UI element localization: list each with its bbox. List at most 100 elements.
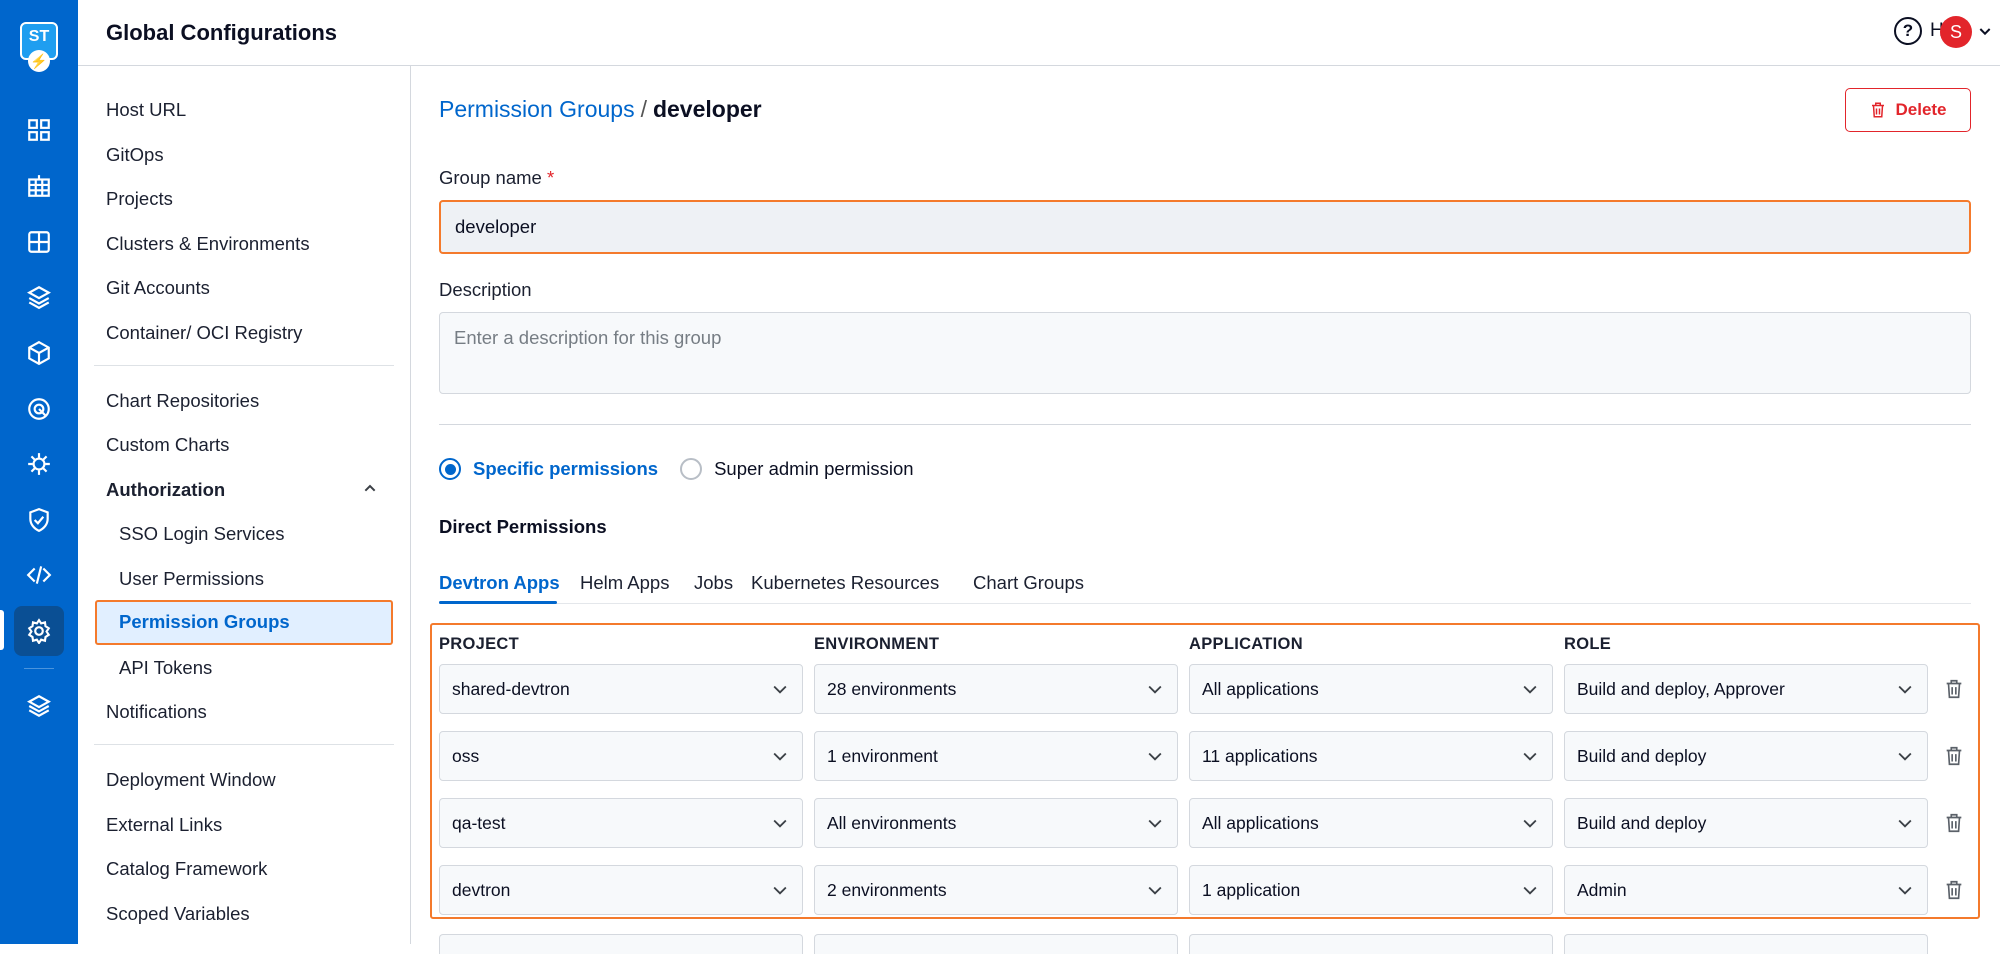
chart-store-icon[interactable] xyxy=(19,166,59,206)
active-nav-indicator xyxy=(0,610,4,650)
delete-row-trash-icon[interactable] xyxy=(1943,744,1967,768)
sidebar-item-notifications[interactable]: Notifications xyxy=(106,701,207,723)
project-select[interactable]: shared-devtron xyxy=(439,664,803,714)
sidebar-item-scoped-variables[interactable]: Scoped Variables xyxy=(106,903,250,925)
sidebar-item-catalog-framework[interactable]: Catalog Framework xyxy=(106,858,267,880)
chevron-down-icon xyxy=(773,819,787,828)
delete-button[interactable]: Delete xyxy=(1845,88,1971,132)
sidebar-item-projects[interactable]: Projects xyxy=(106,188,173,210)
role-select-value: Build and deploy, Approver xyxy=(1577,678,1785,699)
resource-grid-icon[interactable] xyxy=(19,222,59,262)
chevron-down-icon xyxy=(1898,886,1912,895)
rail-divider xyxy=(24,668,54,669)
tab-chart-groups[interactable]: Chart Groups xyxy=(973,572,1084,594)
specific-permissions-label[interactable]: Specific permissions xyxy=(473,458,658,480)
settings-gear-icon[interactable] xyxy=(14,606,64,656)
environment-select[interactable]: All environments xyxy=(814,798,1178,848)
app-grid-icon[interactable] xyxy=(19,110,59,150)
sidebar-item-external-links[interactable]: External Links xyxy=(106,814,222,836)
role-select[interactable]: Admin xyxy=(1564,865,1928,915)
stack-icon[interactable] xyxy=(19,277,59,317)
bug-icon[interactable] xyxy=(19,444,59,484)
environment-select[interactable]: 28 environments xyxy=(814,664,1178,714)
role-select[interactable]: Build and deploy xyxy=(1564,798,1928,848)
environment-select[interactable]: 2 environments xyxy=(814,865,1178,915)
tab-devtron-apps[interactable]: Devtron Apps xyxy=(439,572,560,594)
breadcrumb-parent-link[interactable]: Permission Groups xyxy=(439,96,635,122)
application-select[interactable]: All applications xyxy=(1189,664,1553,714)
security-target-icon[interactable] xyxy=(19,389,59,429)
sidebar-item-clusters-environments[interactable]: Clusters & Environments xyxy=(106,233,310,255)
role-select[interactable]: Build and deploy, Approver xyxy=(1564,664,1928,714)
delete-row-trash-icon[interactable] xyxy=(1943,878,1967,902)
next-row-application-select[interactable] xyxy=(1189,934,1553,954)
devtron-bolt-icon: ⚡ xyxy=(28,50,50,72)
page-title: Global Configurations xyxy=(106,20,337,45)
shield-check-icon[interactable] xyxy=(19,500,59,540)
environment-select-value: 1 environment xyxy=(827,745,938,766)
sidebar-item-permission-groups-label: Permission Groups xyxy=(119,611,290,632)
settings-sidebar: Host URL GitOps Projects Clusters & Envi… xyxy=(78,66,411,944)
sidebar-item-chart-repositories[interactable]: Chart Repositories xyxy=(106,390,259,412)
chevron-down-icon xyxy=(1148,886,1162,895)
chevron-down-icon xyxy=(1148,752,1162,761)
chevron-down-icon xyxy=(773,886,787,895)
cube-icon[interactable] xyxy=(19,333,59,373)
chevron-down-icon xyxy=(1898,752,1912,761)
application-select[interactable]: All applications xyxy=(1189,798,1553,848)
environment-select[interactable]: 1 environment xyxy=(814,731,1178,781)
delete-row-trash-icon[interactable] xyxy=(1943,811,1967,835)
role-select-value: Build and deploy xyxy=(1577,812,1707,833)
project-select-value: qa-test xyxy=(452,812,506,833)
project-select[interactable]: qa-test xyxy=(439,798,803,848)
sidebar-item-api-tokens[interactable]: API Tokens xyxy=(119,657,212,679)
group-name-label: Group name * xyxy=(439,167,554,189)
chevron-up-icon[interactable] xyxy=(362,480,378,496)
project-select[interactable]: devtron xyxy=(439,865,803,915)
description-textarea[interactable]: Enter a description for this group xyxy=(439,312,1971,394)
sidebar-item-deployment-window[interactable]: Deployment Window xyxy=(106,769,276,791)
column-header-project: PROJECT xyxy=(439,635,520,653)
tab-kubernetes-resources[interactable]: Kubernetes Resources xyxy=(751,572,939,594)
sidebar-item-custom-charts[interactable]: Custom Charts xyxy=(106,434,229,456)
tab-helm-apps[interactable]: Helm Apps xyxy=(580,572,669,594)
project-select-value: devtron xyxy=(452,879,511,900)
next-row-role-select[interactable] xyxy=(1564,934,1928,954)
sidebar-item-sso-login[interactable]: SSO Login Services xyxy=(119,523,285,545)
code-icon[interactable] xyxy=(19,555,59,595)
next-row-environment-select[interactable] xyxy=(814,934,1178,954)
help-question-icon: ? xyxy=(1894,17,1922,45)
group-name-input[interactable]: developer xyxy=(439,200,1971,254)
project-select-value: oss xyxy=(452,745,480,766)
role-select[interactable]: Build and deploy xyxy=(1564,731,1928,781)
chevron-down-icon xyxy=(1898,819,1912,828)
permission-tabs: Devtron Apps Helm Apps Jobs Kubernetes R… xyxy=(439,564,1971,604)
sidebar-item-container-registry[interactable]: Container/ OCI Registry xyxy=(106,322,302,344)
sidebar-item-git-accounts[interactable]: Git Accounts xyxy=(106,277,210,299)
super-admin-radio[interactable] xyxy=(680,458,703,480)
main-content: Permission Groups / developer Delete Group… xyxy=(411,66,2000,954)
chevron-down-icon xyxy=(1148,819,1162,828)
application-select[interactable]: 1 application xyxy=(1189,865,1553,915)
sidebar-item-gitops[interactable]: GitOps xyxy=(106,144,164,166)
tab-jobs[interactable]: Jobs xyxy=(694,572,733,594)
logo-text: ST xyxy=(28,28,50,45)
description-label: Description xyxy=(439,279,532,300)
sidebar-item-user-permissions[interactable]: User Permissions xyxy=(119,568,264,590)
specific-permissions-radio[interactable] xyxy=(439,458,461,480)
active-tab-underline xyxy=(439,601,557,604)
super-admin-label[interactable]: Super admin permission xyxy=(714,458,913,480)
project-select[interactable]: oss xyxy=(439,731,803,781)
environment-select-value: All environments xyxy=(827,812,957,833)
sidebar-item-authorization[interactable]: Authorization xyxy=(106,479,225,501)
user-avatar[interactable]: S xyxy=(1940,16,1972,48)
application-select-value: 11 applications xyxy=(1202,745,1318,766)
application-select[interactable]: 11 applications xyxy=(1189,731,1553,781)
delete-row-trash-icon[interactable] xyxy=(1943,677,1967,701)
delete-button-label: Delete xyxy=(1895,100,1947,119)
left-nav-rail: ST ⚡ xyxy=(0,0,78,944)
next-row-project-select[interactable] xyxy=(439,934,803,954)
layers-icon[interactable] xyxy=(19,686,59,726)
sidebar-item-host-url[interactable]: Host URL xyxy=(106,99,186,121)
environment-select-value: 2 environments xyxy=(827,879,947,900)
